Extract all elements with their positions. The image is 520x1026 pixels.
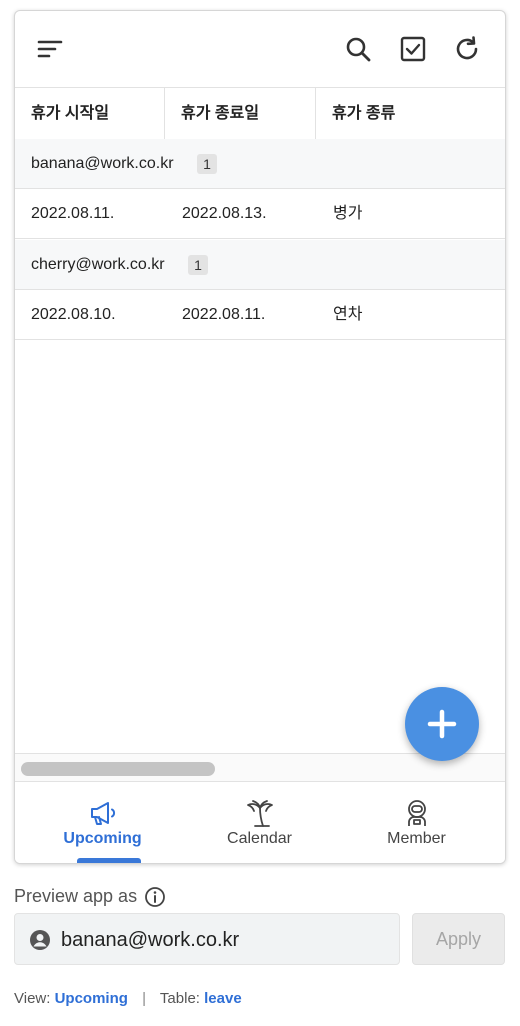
nav-item-member[interactable]: Member (335, 782, 498, 863)
column-header-leave-type[interactable]: 휴가 종류 (316, 88, 505, 139)
view-label: View: (14, 990, 51, 1007)
nav-label: Upcoming (63, 830, 142, 847)
app-preview-frame: 휴가 시작일 휴가 종료일 휴가 종류 banana@work.co.kr 1 … (14, 10, 506, 864)
table-label: Table: (159, 990, 200, 1007)
table-link[interactable]: leave (204, 990, 242, 1007)
plus-icon (427, 709, 457, 739)
nav-label: Calendar (227, 830, 292, 847)
group-count-badge: 1 (188, 255, 208, 275)
cell-leave-type: 병가 (333, 205, 363, 222)
column-header-end-date[interactable]: 휴가 종료일 (165, 88, 315, 139)
top-toolbar (15, 11, 505, 87)
palm-tree-icon (247, 800, 273, 827)
cell-leave-type: 연차 (333, 306, 363, 323)
preview-user-value: banana@work.co.kr (61, 929, 240, 951)
nav-label: Member (387, 830, 446, 847)
preview-as-label: Preview app as (14, 886, 138, 906)
group-label: banana@work.co.kr (31, 155, 174, 172)
cell-start-date: 2022.08.10. (31, 306, 116, 323)
view-link[interactable]: Upcoming (55, 990, 128, 1007)
view-table-info: View: Upcoming | Table: leave (14, 990, 242, 1007)
account-circle-icon (30, 930, 50, 950)
nav-item-calendar[interactable]: Calendar (178, 782, 341, 863)
refresh-icon[interactable] (447, 29, 487, 69)
sort-lines-icon[interactable] (30, 29, 70, 69)
add-button[interactable] (405, 687, 479, 761)
column-header-start-date[interactable]: 휴가 시작일 (15, 88, 164, 139)
separator: | (142, 990, 147, 1007)
cell-start-date: 2022.08.11. (31, 205, 115, 222)
bottom-navigation: Upcoming Calendar Member (15, 781, 505, 863)
info-icon[interactable] (144, 886, 166, 908)
astronaut-icon (408, 800, 426, 826)
megaphone-icon (91, 802, 116, 825)
table-row[interactable]: 2022.08.10. 2022.08.11. 연차 (15, 290, 505, 340)
group-header-row[interactable]: cherry@work.co.kr 1 (15, 240, 505, 290)
checkbox-icon[interactable] (393, 29, 433, 69)
cell-end-date: 2022.08.11. (182, 306, 266, 323)
scrollbar-thumb[interactable] (21, 762, 215, 776)
group-header-row[interactable]: banana@work.co.kr 1 (15, 139, 505, 189)
active-tab-indicator (77, 858, 141, 863)
group-count-badge: 1 (197, 154, 217, 174)
table-row[interactable]: 2022.08.11. 2022.08.13. 병가 (15, 189, 505, 239)
preview-user-select[interactable]: banana@work.co.kr (14, 913, 400, 965)
apply-button[interactable]: Apply (412, 913, 505, 965)
table-header: 휴가 시작일 휴가 종료일 휴가 종류 (15, 87, 505, 140)
cell-end-date: 2022.08.13. (182, 205, 267, 222)
group-label: cherry@work.co.kr (31, 256, 165, 273)
search-icon[interactable] (338, 29, 378, 69)
nav-item-upcoming[interactable]: Upcoming (21, 782, 184, 863)
